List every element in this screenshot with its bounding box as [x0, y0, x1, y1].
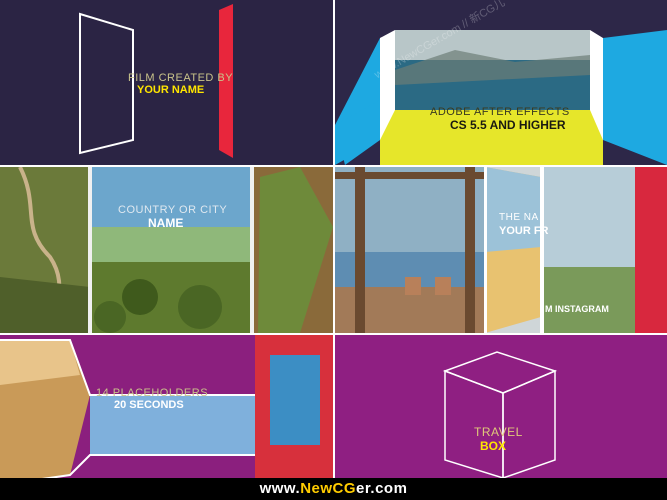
photo-collage [0, 167, 333, 333]
cs-version-label: CS 5.5 AND HIGHER [450, 118, 566, 132]
panel-after-effects: ADOBE AFTER EFFECTS CS 5.5 AND HIGHER ww… [335, 0, 667, 165]
country-city-label: COUNTRY OR CITY [118, 204, 228, 216]
instagram-label: M INSTAGRAM [545, 304, 609, 314]
panel-film-created: FILM CREATED BY YOUR NAME [0, 0, 333, 165]
film-created-label: FILM CREATED BY [128, 72, 234, 84]
the-name-label: THE NA [499, 212, 539, 223]
your-friend-label: YOUR FR [499, 225, 549, 237]
travel-label: TRAVEL [474, 425, 523, 439]
panel-instagram: THE NA YOUR FR M INSTAGRAM [335, 167, 667, 333]
placeholders-label: 14 PLACEHOLDERS [96, 387, 209, 399]
your-name-label: YOUR NAME [137, 84, 205, 96]
photo-collage-2 [335, 167, 667, 333]
panel-placeholders: 14 PLACEHOLDERS 20 SECONDS [0, 335, 333, 500]
box-scene [335, 0, 667, 165]
name-label: NAME [148, 216, 184, 230]
footer-url[interactable]: www.NewCGer.com [0, 478, 667, 500]
footer-suffix: er.com [356, 480, 408, 497]
box-label: BOX [480, 439, 507, 453]
box-outline [442, 351, 558, 480]
photo-collage-3 [0, 335, 333, 500]
panel-travel-box: TRAVEL BOX [335, 335, 667, 500]
after-effects-label: ADOBE AFTER EFFECTS [430, 106, 570, 118]
footer-brand: NewCG [300, 480, 357, 497]
seconds-label: 20 SECONDS [114, 399, 184, 411]
footer-prefix: www. [259, 480, 301, 497]
panel-country-city: COUNTRY OR CITY NAME [0, 167, 333, 333]
